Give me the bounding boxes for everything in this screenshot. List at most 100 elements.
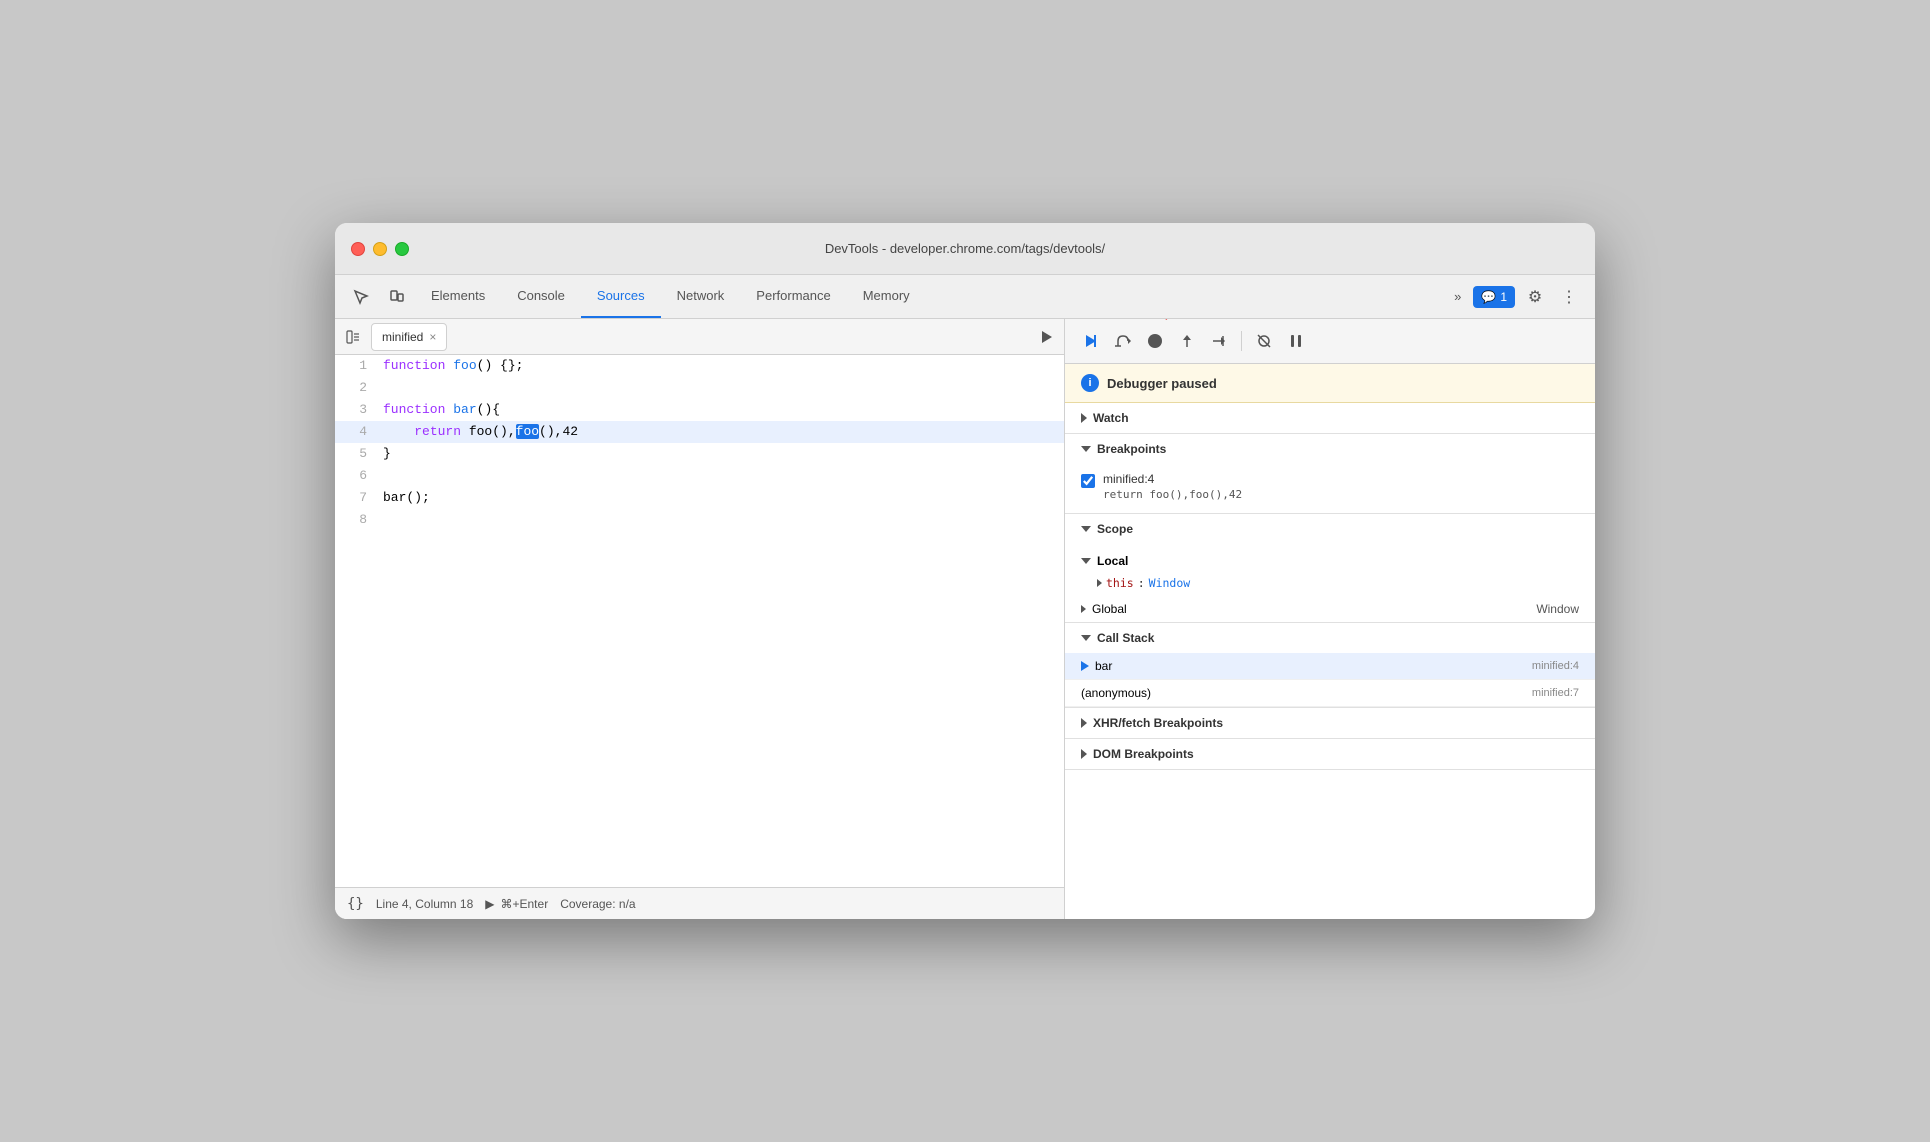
prop-val-window: Window bbox=[1149, 576, 1191, 590]
file-tab-bar: minified × bbox=[335, 319, 1064, 355]
breakpoints-expand-icon bbox=[1081, 446, 1091, 452]
title-bar: DevTools - developer.chrome.com/tags/dev… bbox=[335, 223, 1595, 275]
call-stack-expand-icon bbox=[1081, 635, 1091, 641]
breakpoints-content: minified:4 return foo(),foo(),42 bbox=[1065, 464, 1595, 513]
dom-breakpoints-label: DOM Breakpoints bbox=[1093, 747, 1194, 761]
debugger-paused-banner: i Debugger paused bbox=[1065, 364, 1595, 403]
scope-global-row[interactable]: Global Window bbox=[1065, 596, 1595, 622]
code-line-5: 5 } bbox=[335, 443, 1064, 465]
breakpoints-section: Breakpoints minified:4 return foo(),foo(… bbox=[1065, 434, 1595, 514]
tab-network[interactable]: Network bbox=[661, 275, 741, 318]
run-status: ▶ ⌘+Enter bbox=[485, 897, 548, 911]
call-stack-fn-anonymous: (anonymous) bbox=[1081, 686, 1151, 700]
global-scope-label: Global bbox=[1092, 602, 1127, 616]
code-line-7: 7 bar(); bbox=[335, 487, 1064, 509]
more-options-icon[interactable]: ⋮ bbox=[1555, 281, 1583, 313]
xhr-breakpoints-label: XHR/fetch Breakpoints bbox=[1093, 716, 1223, 730]
step-out-button[interactable] bbox=[1173, 327, 1201, 355]
xhr-expand-icon bbox=[1081, 718, 1087, 728]
format-icon[interactable]: {} bbox=[347, 896, 364, 912]
code-line-8: 8 bbox=[335, 509, 1064, 531]
watch-header[interactable]: Watch bbox=[1065, 403, 1595, 433]
step-button[interactable] bbox=[1205, 327, 1233, 355]
scope-prop-this: this : Window bbox=[1097, 574, 1579, 592]
more-tabs-button[interactable]: » bbox=[1446, 275, 1469, 318]
breakpoint-checkbox[interactable] bbox=[1081, 474, 1095, 488]
code-line-6: 6 bbox=[335, 465, 1064, 487]
breakpoints-label: Breakpoints bbox=[1097, 442, 1166, 456]
tab-list: Elements Console Sources Network Perform… bbox=[415, 275, 1446, 318]
tab-console[interactable]: Console bbox=[501, 275, 581, 318]
active-frame-arrow-icon bbox=[1081, 661, 1089, 671]
debug-toolbar-divider bbox=[1241, 331, 1242, 351]
fullscreen-button[interactable] bbox=[395, 242, 409, 256]
coverage-status: Coverage: n/a bbox=[560, 897, 635, 911]
call-stack-header[interactable]: Call Stack bbox=[1065, 623, 1595, 653]
global-expand-icon bbox=[1081, 605, 1086, 613]
xhr-breakpoints-section: XHR/fetch Breakpoints bbox=[1065, 708, 1595, 739]
devtools-window: DevTools - developer.chrome.com/tags/dev… bbox=[335, 223, 1595, 919]
toolbar-right: » 💬 1 ⚙ ⋮ bbox=[1446, 275, 1587, 318]
traffic-lights bbox=[351, 242, 409, 256]
local-scope-content: this : Window bbox=[1081, 574, 1579, 592]
messages-badge-button[interactable]: 💬 1 bbox=[1473, 286, 1515, 308]
tab-sources[interactable]: Sources bbox=[581, 275, 661, 318]
cursor-position: Line 4, Column 18 bbox=[376, 897, 473, 911]
close-button[interactable] bbox=[351, 242, 365, 256]
call-stack-label: Call Stack bbox=[1097, 631, 1154, 645]
pause-on-exceptions-button[interactable] bbox=[1282, 327, 1310, 355]
left-panel: minified × 1 function foo() {}; bbox=[335, 319, 1065, 919]
xhr-breakpoints-header[interactable]: XHR/fetch Breakpoints bbox=[1065, 708, 1595, 738]
step-into-button[interactable] bbox=[1148, 334, 1162, 348]
dom-breakpoints-section: DOM Breakpoints bbox=[1065, 739, 1595, 770]
dom-expand-icon bbox=[1081, 749, 1087, 759]
breakpoints-header[interactable]: Breakpoints bbox=[1065, 434, 1595, 464]
deactivate-breakpoints-button[interactable] bbox=[1250, 327, 1278, 355]
global-scope-val: Window bbox=[1536, 602, 1579, 616]
debug-toolbar bbox=[1065, 319, 1595, 364]
watch-label: Watch bbox=[1093, 411, 1129, 425]
scope-local: Local this : Window bbox=[1065, 544, 1595, 596]
minimize-button[interactable] bbox=[373, 242, 387, 256]
status-bar: {} Line 4, Column 18 ▶ ⌘+Enter Coverage:… bbox=[335, 887, 1064, 919]
debugger-paused-text: Debugger paused bbox=[1107, 376, 1217, 391]
tab-elements[interactable]: Elements bbox=[415, 275, 501, 318]
resume-button[interactable] bbox=[1077, 327, 1105, 355]
breakpoint-info: minified:4 return foo(),foo(),42 bbox=[1103, 472, 1242, 501]
dom-breakpoints-header[interactable]: DOM Breakpoints bbox=[1065, 739, 1595, 769]
tab-performance[interactable]: Performance bbox=[740, 275, 846, 318]
code-line-1: 1 function foo() {}; bbox=[335, 355, 1064, 377]
navigator-toggle-icon[interactable] bbox=[339, 323, 367, 351]
breakpoint-item: minified:4 return foo(),foo(),42 bbox=[1081, 468, 1579, 505]
devtools-main: Elements Console Sources Network Perform… bbox=[335, 275, 1595, 919]
scope-section: Scope Local this : Window bbox=[1065, 514, 1595, 623]
scope-label: Scope bbox=[1097, 522, 1133, 536]
step-over-button[interactable] bbox=[1109, 327, 1137, 355]
call-stack-item-anonymous[interactable]: (anonymous) minified:7 bbox=[1065, 680, 1595, 707]
watch-expand-icon bbox=[1081, 413, 1087, 423]
file-tab-close-icon[interactable]: × bbox=[429, 331, 436, 343]
code-editor[interactable]: 1 function foo() {}; 2 3 function bar(){ bbox=[335, 355, 1064, 887]
device-mode-icon[interactable] bbox=[379, 275, 415, 318]
code-line-2: 2 bbox=[335, 377, 1064, 399]
breakpoint-location: minified:4 bbox=[1103, 472, 1242, 486]
tab-memory[interactable]: Memory bbox=[847, 275, 926, 318]
file-tab-name: minified bbox=[382, 330, 423, 344]
settings-icon[interactable]: ⚙ bbox=[1519, 281, 1551, 313]
run-snippet-icon[interactable] bbox=[1032, 323, 1060, 351]
scope-header[interactable]: Scope bbox=[1065, 514, 1595, 544]
right-panel: i Debugger paused Watch Breakpoints bbox=[1065, 319, 1595, 919]
inspect-icon[interactable] bbox=[343, 275, 379, 318]
call-stack-item-bar[interactable]: bar minified:4 bbox=[1065, 653, 1595, 680]
info-icon: i bbox=[1081, 374, 1099, 392]
call-stack-loc-anonymous: minified:7 bbox=[1532, 687, 1579, 699]
breakpoint-code: return foo(),foo(),42 bbox=[1103, 488, 1242, 501]
local-scope-header[interactable]: Local bbox=[1081, 548, 1579, 574]
code-line-4: 4 return foo(),foo(),42 bbox=[335, 421, 1064, 443]
prop-key-this: this bbox=[1106, 576, 1134, 590]
prop-expand-icon[interactable] bbox=[1097, 579, 1102, 587]
main-area: minified × 1 function foo() {}; bbox=[335, 319, 1595, 919]
code-line-3: 3 function bar(){ bbox=[335, 399, 1064, 421]
file-tab-minified[interactable]: minified × bbox=[371, 323, 447, 351]
call-stack-section: Call Stack bar minified:4 (anonymous) bbox=[1065, 623, 1595, 708]
